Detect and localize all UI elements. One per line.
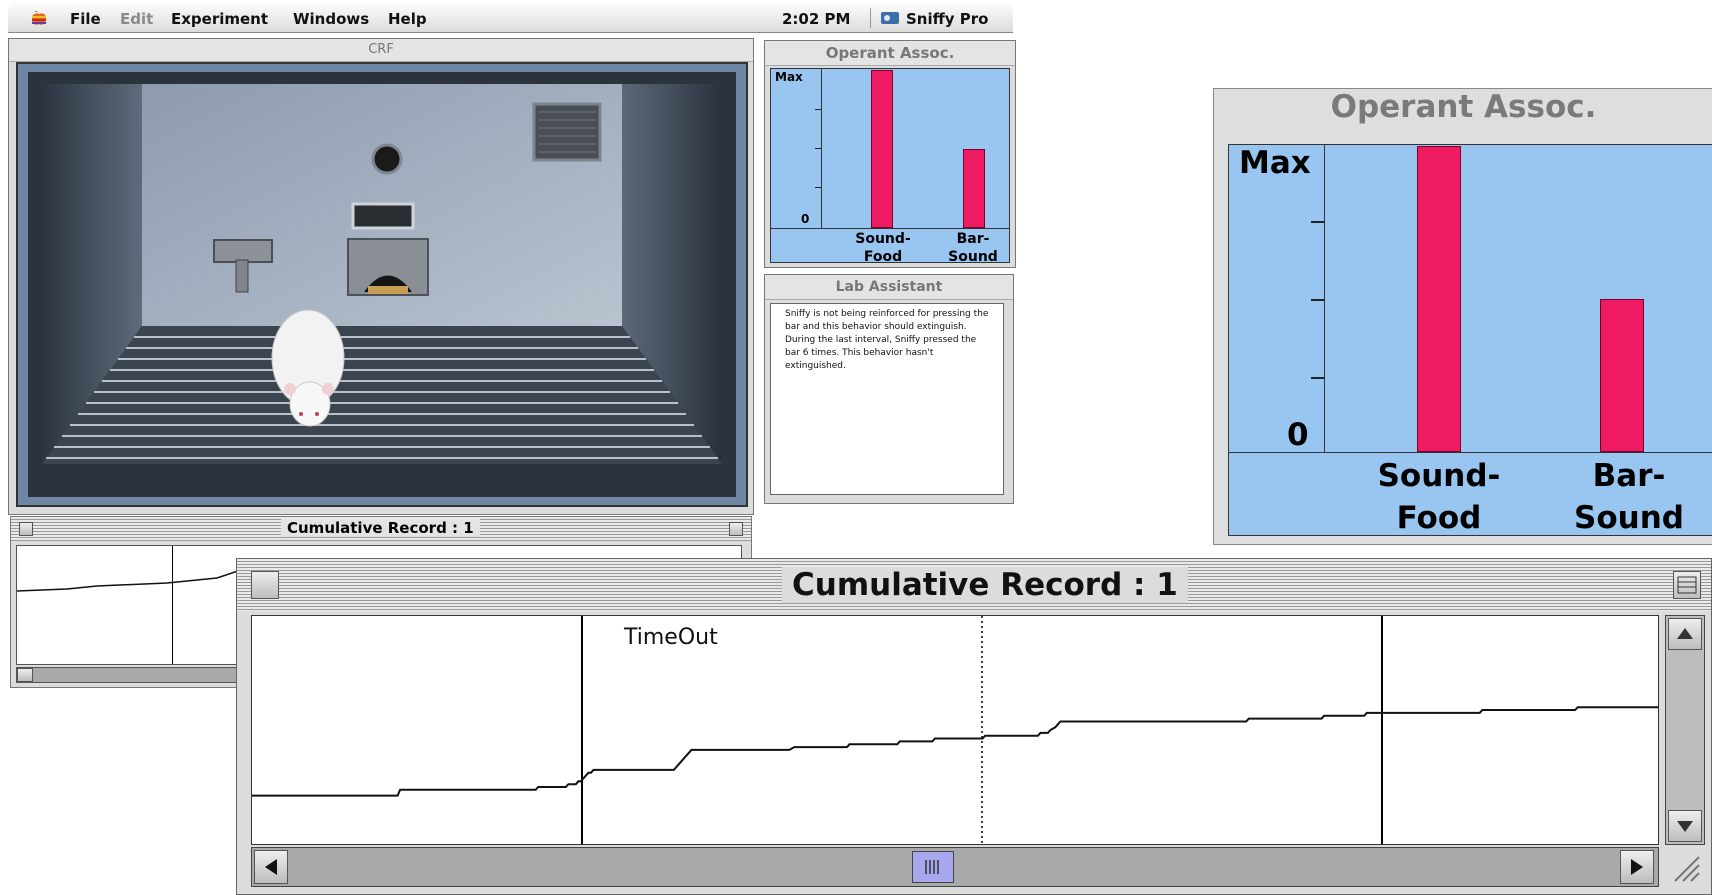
app-icon[interactable] <box>880 10 900 26</box>
large-bar-bar-sound <box>1600 299 1644 452</box>
close-box-icon[interactable] <box>19 522 33 536</box>
scroll-up-icon[interactable] <box>1668 618 1702 650</box>
small-x-axis <box>771 228 1009 229</box>
chamber-window-title[interactable]: CRF <box>9 39 753 62</box>
operant-assoc-large-title[interactable]: Operant Assoc. <box>1214 89 1712 139</box>
lab-assistant-window: Lab Assistant Sniffy is not being reinfo… <box>764 274 1014 504</box>
operant-assoc-small-plot: Max 0 Sound- Food Bar- Sound <box>770 68 1010 266</box>
scroll-down-icon[interactable] <box>1668 810 1702 842</box>
small-tick <box>815 148 821 149</box>
zoom-box-icon[interactable] <box>729 522 743 536</box>
large-y-max-label: Max <box>1239 145 1311 181</box>
operant-assoc-large-plot: Max 0 Sound- Food Bar- Sound <box>1228 144 1712 536</box>
large-y-min-label: 0 <box>1287 417 1309 453</box>
cumulative-large-hscrollbar[interactable] <box>251 847 1659 887</box>
operant-assoc-small-title[interactable]: Operant Assoc. <box>765 41 1015 66</box>
small-category-sound-food: Sound- Food <box>843 230 923 266</box>
close-box-icon[interactable] <box>251 571 279 599</box>
apple-menu-icon[interactable] <box>30 9 48 27</box>
menu-windows[interactable]: Windows <box>293 10 369 28</box>
small-category-bar-sound: Bar- Sound <box>939 230 1007 266</box>
menu-divider <box>870 8 871 28</box>
small-tick <box>815 109 821 110</box>
lab-assistant-title[interactable]: Lab Assistant <box>765 275 1013 300</box>
menu-experiment[interactable]: Experiment <box>171 10 268 28</box>
cumulative-response-line <box>252 706 1658 797</box>
resize-grip-icon[interactable] <box>1665 847 1705 887</box>
lab-assistant-message: Sniffy is not being reinforced for press… <box>770 303 1004 495</box>
operant-chamber-scene <box>18 64 746 505</box>
large-cat2-line1: Bar- <box>1592 458 1666 494</box>
large-tick <box>1311 299 1325 301</box>
small-cat1-line2: Food <box>863 249 903 265</box>
large-cat2-line2: Sound <box>1574 500 1684 536</box>
large-cat1-line1: Sound- <box>1377 458 1501 494</box>
menu-clock[interactable]: 2:02 PM <box>782 10 850 28</box>
operant-assoc-window-small: Operant Assoc. Max 0 Sound- Food Bar- So… <box>764 40 1016 268</box>
cumulative-large-title: Cumulative Record : 1 <box>782 567 1188 603</box>
menu-bar: File Edit Experiment Windows Help 2:02 P… <box>8 4 1013 33</box>
large-cat1-line2: Food <box>1396 500 1482 536</box>
small-cat1-line1: Sound- <box>855 231 911 247</box>
small-cat2-line2: Sound <box>948 249 998 265</box>
cumulative-small-hscrollbar[interactable] <box>16 667 246 683</box>
small-bar-sound-food <box>871 70 893 228</box>
large-category-sound-food: Sound- Food <box>1359 455 1519 539</box>
large-tick <box>1311 377 1325 379</box>
small-tick <box>815 187 821 188</box>
cumulative-small-title: Cumulative Record : 1 <box>281 519 480 537</box>
large-category-bar-sound: Bar- Sound <box>1554 455 1704 539</box>
cumulative-large-plot: TimeOut <box>251 615 1659 845</box>
scroll-left-icon[interactable] <box>17 668 33 682</box>
operant-assoc-window-large: Operant Assoc. Max 0 Sound- Food Bar- So… <box>1213 88 1712 545</box>
small-y-max-label: Max <box>775 70 803 84</box>
cumulative-large-chart: TimeOut <box>252 616 1658 844</box>
large-bar-sound-food <box>1417 146 1461 452</box>
cumulative-large-vscrollbar[interactable] <box>1665 615 1705 845</box>
large-tick <box>1311 221 1325 223</box>
cumulative-record-window-large: Cumulative Record : 1 TimeOut <box>236 558 1712 895</box>
scroll-thumb[interactable] <box>912 851 954 883</box>
scroll-left-icon[interactable] <box>254 850 288 884</box>
scroll-right-icon[interactable] <box>1620 850 1654 884</box>
zoom-box-icon[interactable] <box>1673 571 1701 599</box>
operant-chamber-view <box>16 62 748 507</box>
small-cat2-line1: Bar- <box>956 231 990 247</box>
small-bar-bar-sound <box>963 149 985 228</box>
menu-help[interactable]: Help <box>388 10 427 28</box>
menu-edit[interactable]: Edit <box>120 10 153 28</box>
app-menu-name[interactable]: Sniffy Pro <box>906 10 988 28</box>
timeout-label: TimeOut <box>623 625 718 650</box>
small-y-min-label: 0 <box>801 212 810 226</box>
menu-file[interactable]: File <box>70 10 101 28</box>
cumulative-small-trace <box>17 567 247 592</box>
